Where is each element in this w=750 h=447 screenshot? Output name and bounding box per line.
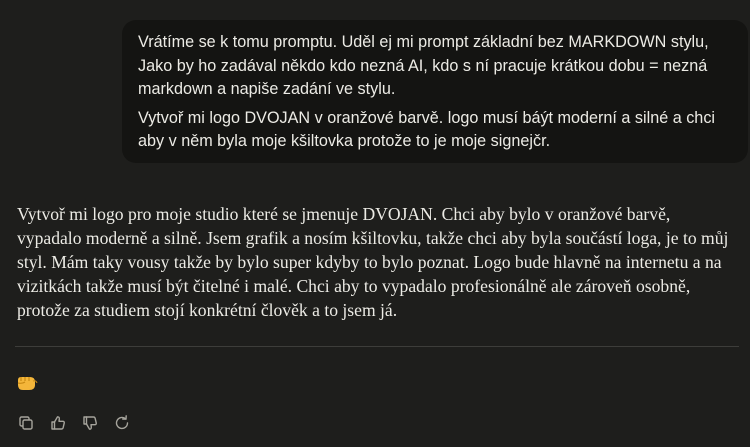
copy-icon [19, 416, 33, 430]
thumbs-up-button[interactable] [46, 411, 70, 435]
retry-button[interactable] [110, 411, 134, 435]
thumbs-up-icon [51, 416, 65, 430]
fist-bump-emoji [16, 371, 38, 393]
user-message-paragraph: Vrátíme se k tomu promptu. Uděl ej mi pr… [138, 33, 709, 98]
retry-icon [115, 415, 129, 430]
user-message-paragraph: Vytvoř mi logo DVOJAN v oranžové barvě. … [138, 108, 716, 151]
thumbs-down-icon [83, 416, 97, 430]
assistant-message-text: Vytvoř mi logo pro moje studio které se … [17, 204, 729, 320]
message-divider [15, 346, 739, 347]
user-message-bubble: Vrátíme se k tomu promptu. Uděl ej mi pr… [122, 20, 748, 163]
thumbs-down-button[interactable] [78, 411, 102, 435]
copy-button[interactable] [14, 411, 38, 435]
message-actions [14, 411, 134, 435]
